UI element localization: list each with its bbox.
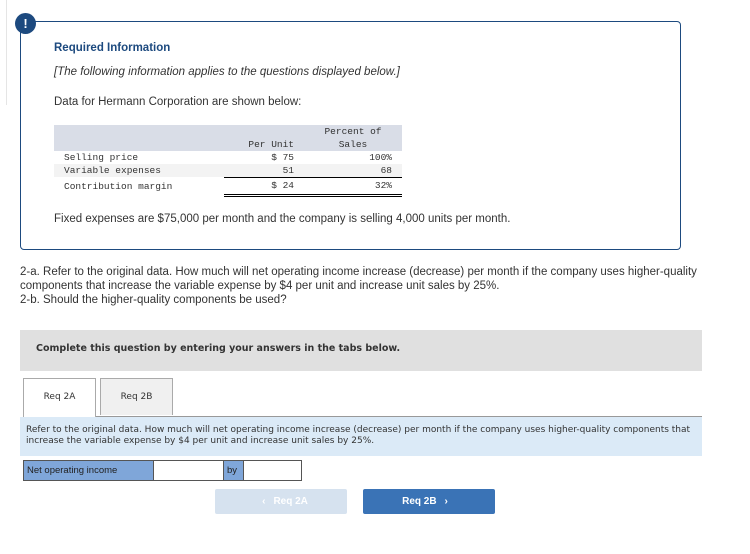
instruction-text: Complete this question by entering your …: [36, 343, 401, 354]
table-row: Selling price $ 75 100%: [54, 151, 402, 164]
table-row: Variable expenses 51 68: [54, 164, 402, 177]
panel-question-text: Refer to the original data. How much wil…: [26, 425, 691, 446]
percent-header-line1: Percent of: [304, 125, 402, 138]
question-part-b: 2-b. Should the higher-quality component…: [20, 294, 287, 306]
tab-req-2b[interactable]: Req 2B: [100, 378, 173, 415]
instruction-bar: Complete this question by entering your …: [20, 330, 702, 371]
next-label: Req 2B: [402, 496, 437, 507]
chevron-right-icon: ›: [444, 496, 448, 507]
alert-icon: !: [15, 13, 36, 34]
tab-req-2a[interactable]: Req 2A: [23, 378, 96, 417]
increase-decrease-select[interactable]: [154, 461, 224, 480]
table-header-row: Per Unit Sales: [54, 138, 402, 151]
row-per-unit: 51: [224, 164, 304, 177]
row-label: Selling price: [64, 152, 139, 163]
row-percent: 100%: [369, 152, 392, 163]
amount-input[interactable]: [244, 461, 301, 480]
prev-label: Req 2A: [273, 496, 308, 507]
contribution-table: Percent of Per Unit Sales Selling price …: [54, 125, 402, 197]
required-info-note: [The following information applies to th…: [54, 66, 400, 78]
required-info-title: Required Information: [54, 42, 171, 54]
table-header-row: Percent of: [54, 125, 402, 138]
row-label: Variable expenses: [54, 164, 224, 177]
row-percent: 32%: [304, 176, 402, 197]
fixed-expenses-note: Fixed expenses are $75,000 per month and…: [54, 213, 511, 225]
tab-panel: Refer to the original data. How much wil…: [20, 417, 702, 456]
percent-header-line2: Sales: [304, 138, 402, 151]
next-req-2b-button[interactable]: Req 2B ›: [363, 489, 495, 514]
per-unit-header: Per Unit: [224, 138, 304, 151]
prev-req-2a-button[interactable]: ‹ Req 2A: [215, 489, 347, 514]
question-text: 2-a. Refer to the original data. How muc…: [20, 265, 700, 307]
chevron-left-icon: ‹: [262, 496, 266, 507]
row-label: Contribution margin: [64, 180, 173, 192]
row-per-unit: $ 75: [271, 152, 294, 163]
net-operating-income-label: Net operating income: [24, 461, 154, 480]
table-row: Contribution margin $ 24 32%: [54, 176, 402, 197]
row-per-unit: $ 24: [224, 176, 304, 197]
by-label: by: [224, 461, 244, 480]
required-info-intro: Data for Hermann Corporation are shown b…: [54, 96, 302, 108]
side-strip: [0, 0, 7, 105]
answer-row: Net operating income by: [23, 460, 302, 481]
row-percent: 68: [304, 164, 402, 177]
question-part-a: 2-a. Refer to the original data. How muc…: [20, 266, 697, 292]
